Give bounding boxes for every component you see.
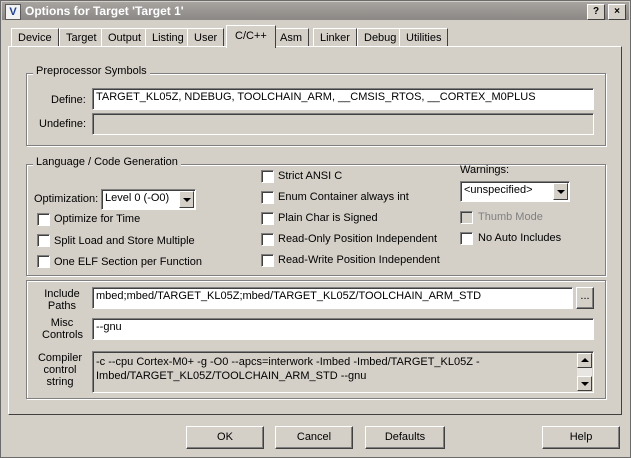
include-paths-input[interactable]: mbed;mbed/TARGET_KL05Z;mbed/TARGET_KL05Z… [92, 287, 573, 309]
rw-position-label: Read-Write Position Independent [278, 254, 440, 266]
plain-char-label: Plain Char is Signed [278, 212, 378, 224]
tab-utilities[interactable]: Utilities [399, 28, 449, 47]
rw-position-checkbox[interactable] [261, 254, 274, 267]
include-paths-label: Include Paths [42, 288, 82, 312]
language-group-label: Language / Code Generation [33, 156, 181, 168]
ok-button[interactable]: OK [186, 426, 264, 449]
one-elf-label: One ELF Section per Function [54, 256, 202, 268]
tab-asm[interactable]: Asm [273, 28, 309, 47]
enum-container-checkbox[interactable] [261, 191, 274, 204]
no-auto-includes-label: No Auto Includes [478, 232, 562, 244]
optimization-label: Optimization: [34, 193, 99, 205]
undefine-input[interactable] [92, 113, 594, 135]
enum-container-label: Enum Container always int [278, 191, 409, 203]
compiler-string-label-line3: string [46, 376, 74, 388]
options-dialog: V Options for Target 'Target 1' ? × Devi… [0, 0, 631, 458]
tab-linker[interactable]: Linker [313, 28, 357, 47]
tab-listing[interactable]: Listing [145, 28, 191, 47]
warnings-select[interactable]: <unspecified> [460, 181, 570, 202]
help-button[interactable]: Help [542, 426, 620, 449]
compiler-string-label-line2: control [43, 364, 77, 376]
strict-ansi-checkbox[interactable] [261, 170, 274, 183]
compiler-string-line2: Imbed/TARGET_KL05Z/TOOLCHAIN_ARM_STD --g… [96, 370, 367, 382]
misc-controls-label-line1: Misc [50, 317, 74, 329]
tab-target[interactable]: Target [59, 28, 104, 47]
undefine-label: Undefine: [39, 118, 87, 130]
scroll-up-icon[interactable] [577, 353, 592, 368]
window-title: Options for Target 'Target 1' [25, 4, 184, 18]
include-paths-label-line2: Paths [47, 300, 77, 312]
cpp-tab-panel: Preprocessor Symbols Define: TARGET_KL05… [8, 46, 622, 415]
one-elf-checkbox[interactable] [37, 255, 50, 268]
warnings-value: <unspecified> [464, 184, 533, 196]
compiler-string-label: Compiler control string [34, 352, 86, 388]
misc-controls-label: Misc Controls [42, 317, 83, 341]
cancel-button[interactable]: Cancel [275, 426, 353, 449]
tab-cpp[interactable]: C/C++ [226, 25, 276, 48]
app-icon: V [5, 4, 21, 20]
title-bar: V Options for Target 'Target 1' ? × [2, 2, 629, 20]
chevron-down-icon[interactable] [179, 191, 194, 208]
optimization-select[interactable]: Level 0 (-O0) [101, 189, 196, 210]
include-paths-label-line1: Include [44, 288, 80, 300]
ro-position-label: Read-Only Position Independent [278, 233, 437, 245]
compiler-string-line1: -c --cpu Cortex-M0+ -g -O0 --apcs=interw… [96, 356, 480, 368]
compiler-string-label-line1: Compiler [37, 352, 82, 364]
define-label: Define: [51, 94, 86, 106]
strict-ansi-label: Strict ANSI C [278, 170, 343, 182]
split-load-label: Split Load and Store Multiple [54, 235, 195, 247]
chevron-down-icon[interactable] [553, 183, 568, 200]
preprocessor-group-label: Preprocessor Symbols [33, 65, 150, 77]
split-load-checkbox[interactable] [37, 234, 50, 247]
tab-output[interactable]: Output [101, 28, 149, 47]
thumb-mode-checkbox[interactable] [460, 211, 473, 224]
no-auto-includes-checkbox[interactable] [460, 232, 473, 245]
misc-controls-label-line2: Controls [42, 329, 83, 341]
close-button[interactable]: × [608, 4, 626, 20]
defaults-button[interactable]: Defaults [365, 426, 445, 449]
define-input[interactable]: TARGET_KL05Z, NDEBUG, TOOLCHAIN_ARM, __C… [92, 88, 594, 110]
warnings-label: Warnings: [460, 164, 510, 176]
scroll-down-icon[interactable] [577, 376, 592, 391]
misc-controls-input[interactable]: --gnu [92, 318, 594, 340]
plain-char-checkbox[interactable] [261, 212, 274, 225]
optimization-value: Level 0 (-O0) [105, 192, 170, 204]
optimize-time-label: Optimize for Time [54, 213, 141, 225]
optimize-time-checkbox[interactable] [37, 213, 50, 226]
browse-button[interactable]: ... [576, 287, 594, 309]
compiler-string-text[interactable]: -c --cpu Cortex-M0+ -g -O0 --apcs=interw… [92, 351, 594, 393]
tab-user[interactable]: User [187, 28, 225, 47]
tab-debug[interactable]: Debug [357, 28, 404, 47]
thumb-mode-label: Thumb Mode [478, 211, 543, 223]
ro-position-checkbox[interactable] [261, 233, 274, 246]
help-title-button[interactable]: ? [587, 4, 605, 20]
tab-device[interactable]: Device [11, 28, 59, 47]
compiler-string-scrollbar[interactable] [576, 353, 592, 391]
